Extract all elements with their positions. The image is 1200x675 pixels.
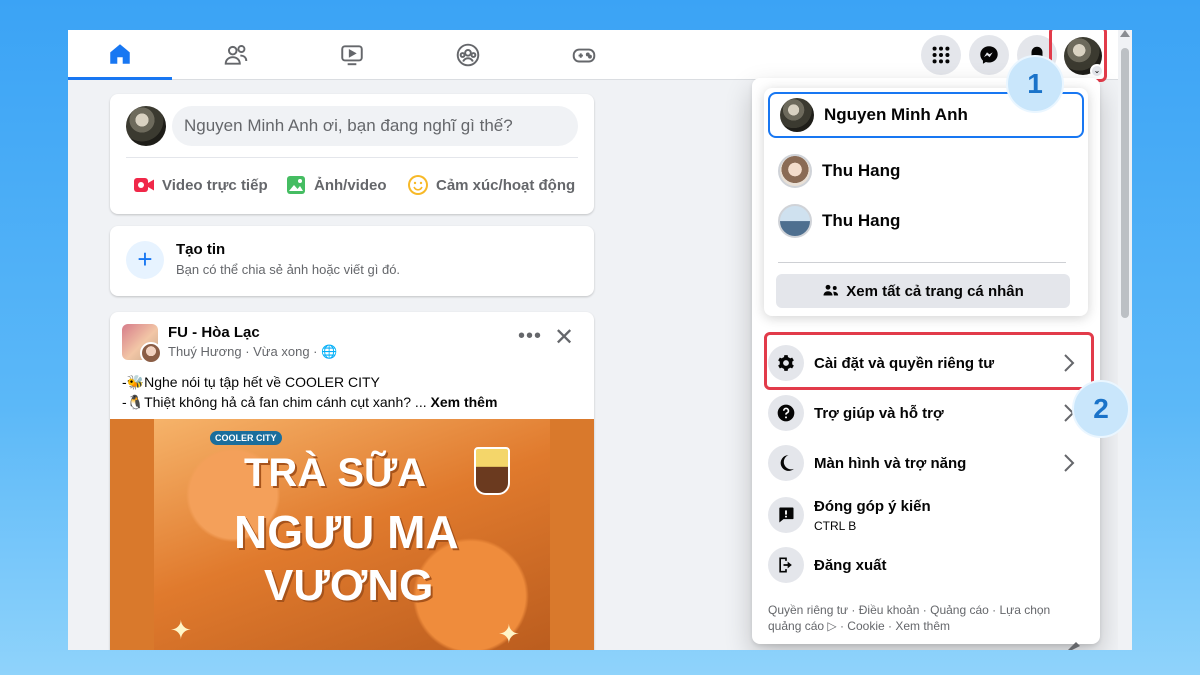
more-options-icon[interactable]: ••• [518,326,542,346]
image-headline-line3: VƯƠNG [264,561,434,610]
step-badge-2: 2 [1072,380,1130,438]
post-text: -🐝Nghe nói tụ tập hết về COOLER CITY -🐧T… [122,372,497,412]
profile-switcher: Nguyen Minh Anh Thu Hang Thu Hang Xem tấ… [764,88,1088,316]
nav-tab-watch[interactable] [300,30,404,80]
feeling-activity-button[interactable]: Cảm xúc/hoạt động [406,170,575,200]
ad-choices-link[interactable]: quảng cáo [768,619,824,633]
nav-tab-home[interactable] [68,30,172,80]
scrollbar[interactable] [1118,30,1132,650]
profiles-icon [823,284,839,296]
scrollbar-thumb[interactable] [1121,48,1129,318]
avatar [778,204,812,238]
close-icon[interactable]: ✕ [554,326,574,350]
post-text-line2-body: -🐧Thiệt không hả cả fan chim cánh cụt xa… [122,394,431,410]
bubble-tea-illustration [474,447,510,495]
feeling-icon [408,175,428,195]
edit-icon [1068,642,1080,650]
plus-icon: + [126,241,164,279]
footer-links: Quyền riêng tư · Điều khoản · Quảng cáo … [768,602,1086,634]
divider [778,262,1066,263]
give-feedback-label: Đóng góp ý kiến [814,497,931,515]
post-image-artwork: COOLER CITY TRÀ SỮA NGƯU MA VƯƠNG ✦ ✦ [154,419,550,650]
create-story-title: Tạo tin [176,241,226,258]
sparkle-icon: ✦ [170,615,192,645]
messenger-button[interactable] [969,35,1009,75]
messenger-icon [980,46,998,64]
logout-item[interactable]: Đăng xuất [764,540,1090,590]
gaming-icon [572,48,596,63]
ad-choices-icon: ▷ [827,619,837,633]
image-headline-line1: TRÀ SỮA [244,451,427,495]
live-video-button[interactable]: Video trực tiếp [132,170,268,200]
sparkle-icon: ✦ [498,619,520,649]
profile-name: Thu Hang [822,161,901,180]
chevron-down-icon: ⌄ [1090,64,1104,78]
photo-video-label: Ảnh/video [314,176,387,194]
divider [126,157,578,158]
image-headline-line2: NGƯU MA [234,506,459,558]
author-avatar[interactable] [140,342,162,364]
friends-icon [224,45,248,65]
menu-grid-button[interactable] [921,35,961,75]
post-text-line2: -🐧Thiệt không hả cả fan chim cánh cụt xa… [122,392,497,412]
cookie-see-more-links[interactable]: · Cookie · Xem thêm [837,619,950,633]
create-story-card[interactable]: + Tạo tin Bạn có thể chia sẻ ảnh hoặc vi… [110,226,594,296]
top-navigation-bar: ⌄ [68,30,1118,82]
see-more-link[interactable]: Xem thêm [431,394,498,410]
composer-input[interactable]: Nguyen Minh Anh ơi, bạn đang nghĩ gì thế… [172,106,578,146]
help-icon [768,395,804,431]
see-all-profiles-button[interactable]: Xem tất cả trang cá nhân [776,274,1070,308]
help-support-item[interactable]: Trợ giúp và hỗ trợ [764,388,1090,438]
see-all-profiles-label: Xem tất cả trang cá nhân [846,282,1024,300]
image-brand-logo: COOLER CITY [210,431,282,445]
chevron-right-icon [1064,454,1075,472]
avatar [778,154,812,188]
feedback-shortcut: CTRL B [814,518,857,533]
footer-line1[interactable]: Quyền riêng tư · Điều khoản · Quảng cáo … [768,602,1086,618]
logout-icon [768,547,804,583]
post-composer: Nguyen Minh Anh ơi, bạn đang nghĩ gì thế… [110,94,594,214]
post-text-line1: -🐝Nghe nói tụ tập hết về COOLER CITY [122,374,380,390]
feed-post: FU - Hòa Lạc Thuý Hương · Vừa xong · 🌐 •… [110,312,594,650]
groups-icon [456,43,480,67]
avatar[interactable] [126,106,166,146]
menu-grid-icon [932,46,950,64]
display-accessibility-item[interactable]: Màn hình và trợ năng [764,438,1090,488]
profile-switch-1[interactable]: Thu Hang [768,148,1084,194]
post-page-name[interactable]: FU - Hòa Lạc [168,324,260,341]
photo-video-icon [287,176,305,194]
nav-tab-groups[interactable] [416,30,520,80]
step-badge-1: 1 [1006,55,1064,113]
post-image[interactable]: COOLER CITY TRÀ SỮA NGƯU MA VƯƠNG ✦ ✦ [110,419,594,650]
nav-tab-friends[interactable] [184,30,288,80]
footer-line2: quảng cáo ▷ · Cookie · Xem thêm [768,618,1086,634]
live-video-label: Video trực tiếp [162,176,268,194]
home-icon [110,43,130,64]
display-accessibility-label: Màn hình và trợ năng [814,454,967,472]
settings-highlight-annotation [764,332,1094,390]
facebook-window: ⌄ Nguyen Minh Anh ơi, bạn đang nghĩ gì t… [68,30,1132,650]
give-feedback-item[interactable]: Đóng góp ý kiến CTRL B [764,490,1090,540]
profile-switch-2[interactable]: Thu Hang [768,198,1084,244]
logout-label: Đăng xuất [814,556,887,574]
profile-name: Nguyen Minh Anh [824,105,968,124]
help-support-label: Trợ giúp và hỗ trợ [814,404,944,422]
post-meta: Thuý Hương · Vừa xong · 🌐 [168,344,338,359]
nav-tab-gaming[interactable] [532,30,636,80]
avatar [780,98,814,132]
photo-video-button[interactable]: Ảnh/video [284,170,387,200]
give-feedback-text: Đóng góp ý kiến CTRL B [814,498,931,533]
feeling-activity-label: Cảm xúc/hoạt động [436,176,576,194]
scroll-up-arrow[interactable] [1120,30,1130,37]
create-story-subtitle: Bạn có thể chia sẻ ảnh hoặc viết gì đó. [176,262,401,277]
feedback-icon [768,497,804,533]
live-video-icon [134,178,154,192]
profile-name: Thu Hang [822,211,901,230]
moon-icon [768,445,804,481]
watch-icon [341,45,363,66]
